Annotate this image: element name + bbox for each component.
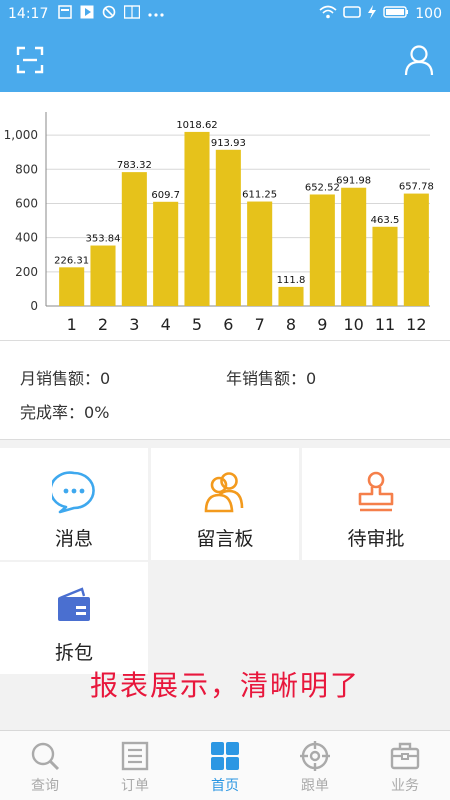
bar xyxy=(90,245,116,306)
bar xyxy=(121,172,147,306)
y-tick-label: 0 xyxy=(30,299,38,313)
bar xyxy=(403,193,429,306)
bar-data-label: 226.31 xyxy=(54,255,89,266)
bar xyxy=(59,267,85,306)
wallet-icon xyxy=(58,587,90,621)
nav-follow-up[interactable]: 跟单 xyxy=(270,731,360,800)
app-bar xyxy=(0,28,450,92)
block-icon xyxy=(102,5,116,23)
stamp-icon xyxy=(358,471,394,512)
bar-data-label: 691.98 xyxy=(336,176,371,187)
book-icon xyxy=(124,5,141,23)
bar-data-label: 111.8 xyxy=(277,275,306,286)
nav-home[interactable]: 首页 xyxy=(180,731,270,800)
tile-pending-approval-label: 待审批 xyxy=(347,528,405,550)
scan-icon[interactable] xyxy=(16,46,44,74)
y-tick-label: 200 xyxy=(15,265,38,279)
news-icon xyxy=(58,5,73,23)
bar xyxy=(278,286,304,306)
x-tick-label: 1 xyxy=(67,315,77,334)
bar xyxy=(372,226,398,306)
briefcase-icon xyxy=(390,742,420,770)
bar-data-label: 657.78 xyxy=(399,182,434,193)
y-tick-label: 400 xyxy=(15,231,38,245)
yearly-sales: 年销售额：0 xyxy=(226,365,316,389)
status-bar: 14:17 100 xyxy=(0,0,450,28)
monthly-sales: 月销售额：0 xyxy=(20,365,110,389)
chat-bubble-icon xyxy=(52,471,95,514)
tile-pending-approval[interactable]: 待审批 xyxy=(302,448,450,560)
monthly-sales-value: 0 xyxy=(100,369,111,388)
screen-icon xyxy=(343,5,362,23)
completion-rate-label: 完成率： xyxy=(20,403,85,422)
x-tick-label: 10 xyxy=(343,315,363,334)
y-tick-label: 600 xyxy=(15,196,38,210)
battery-level: 100 xyxy=(415,6,442,22)
sales-chart-panel: 0 200 400 600 800 1,000 226.31 1 353.84 2 783.32 3 6… xyxy=(0,92,450,340)
nav-home-label: 首页 xyxy=(211,778,239,794)
x-tick-label: 2 xyxy=(98,315,108,334)
tile-unpack-label: 拆包 xyxy=(54,642,93,664)
bar xyxy=(215,149,241,306)
bar-data-label: 913.93 xyxy=(211,138,246,149)
bar-data-label: 783.32 xyxy=(117,160,152,171)
x-tick-label: 9 xyxy=(317,315,327,334)
wifi-icon xyxy=(319,5,337,23)
bar xyxy=(309,194,335,306)
bar-data-label: 353.84 xyxy=(86,234,121,245)
home-grid-icon xyxy=(211,742,239,770)
x-tick-label: 4 xyxy=(161,315,171,334)
bar-data-label: 611.25 xyxy=(242,190,277,201)
yearly-sales-value: 0 xyxy=(306,369,317,388)
bar xyxy=(184,131,210,306)
target-icon xyxy=(300,741,330,771)
status-time: 14:17 xyxy=(8,6,49,22)
y-tick-label: 1,000 xyxy=(4,128,38,142)
charging-icon xyxy=(367,5,377,23)
bar xyxy=(247,201,273,306)
y-tick-label: 800 xyxy=(15,162,38,176)
tile-message-board-label: 留言板 xyxy=(196,528,254,550)
nav-query-label: 查询 xyxy=(31,778,59,794)
user-profile-icon[interactable] xyxy=(404,44,434,76)
tile-message-board[interactable]: 留言板 xyxy=(151,448,299,560)
x-tick-label: 5 xyxy=(192,315,202,334)
yearly-sales-label: 年销售额： xyxy=(226,369,307,388)
sales-summary: 月销售额：0 年销售额：0 完成率：0% xyxy=(0,340,450,440)
nav-business[interactable]: 业务 xyxy=(360,731,450,800)
sales-bar-chart: 0 200 400 600 800 1,000 226.31 1 353.84 2 783.32 3 6… xyxy=(4,112,434,334)
more-dots-icon xyxy=(148,6,164,22)
completion-rate: 完成率：0% xyxy=(20,399,109,423)
x-tick-label: 6 xyxy=(223,315,233,334)
bar xyxy=(153,201,179,306)
nav-orders[interactable]: 订单 xyxy=(90,731,180,800)
monthly-sales-label: 月销售额： xyxy=(20,369,101,388)
x-tick-label: 8 xyxy=(286,315,296,334)
people-icon xyxy=(204,472,244,513)
nav-business-label: 业务 xyxy=(391,778,419,794)
x-tick-label: 7 xyxy=(255,315,265,334)
x-tick-label: 3 xyxy=(129,315,139,334)
bar-data-label: 1018.62 xyxy=(176,120,217,131)
order-list-icon xyxy=(121,741,149,771)
bottom-nav: 查询 订单 首页 跟单 业务 xyxy=(0,730,450,800)
completion-rate-value: 0% xyxy=(84,403,110,422)
tile-messages[interactable]: 消息 xyxy=(0,448,148,560)
tile-unpack[interactable]: 拆包 xyxy=(0,562,148,674)
play-icon xyxy=(80,5,94,23)
nav-orders-label: 订单 xyxy=(121,778,149,794)
bar xyxy=(341,187,367,306)
promo-banner: 报表展示，清晰明了 xyxy=(89,669,360,702)
bar-data-label: 652.52 xyxy=(305,182,340,193)
bar-data-label: 609.7 xyxy=(151,190,180,201)
battery-icon xyxy=(383,5,409,23)
search-icon xyxy=(31,742,60,771)
nav-follow-up-label: 跟单 xyxy=(301,778,329,794)
bar-data-label: 463.5 xyxy=(371,215,400,226)
x-tick-label: 11 xyxy=(375,315,395,334)
tile-messages-label: 消息 xyxy=(54,528,93,550)
x-tick-label: 12 xyxy=(406,315,426,334)
nav-query[interactable]: 查询 xyxy=(0,731,90,800)
